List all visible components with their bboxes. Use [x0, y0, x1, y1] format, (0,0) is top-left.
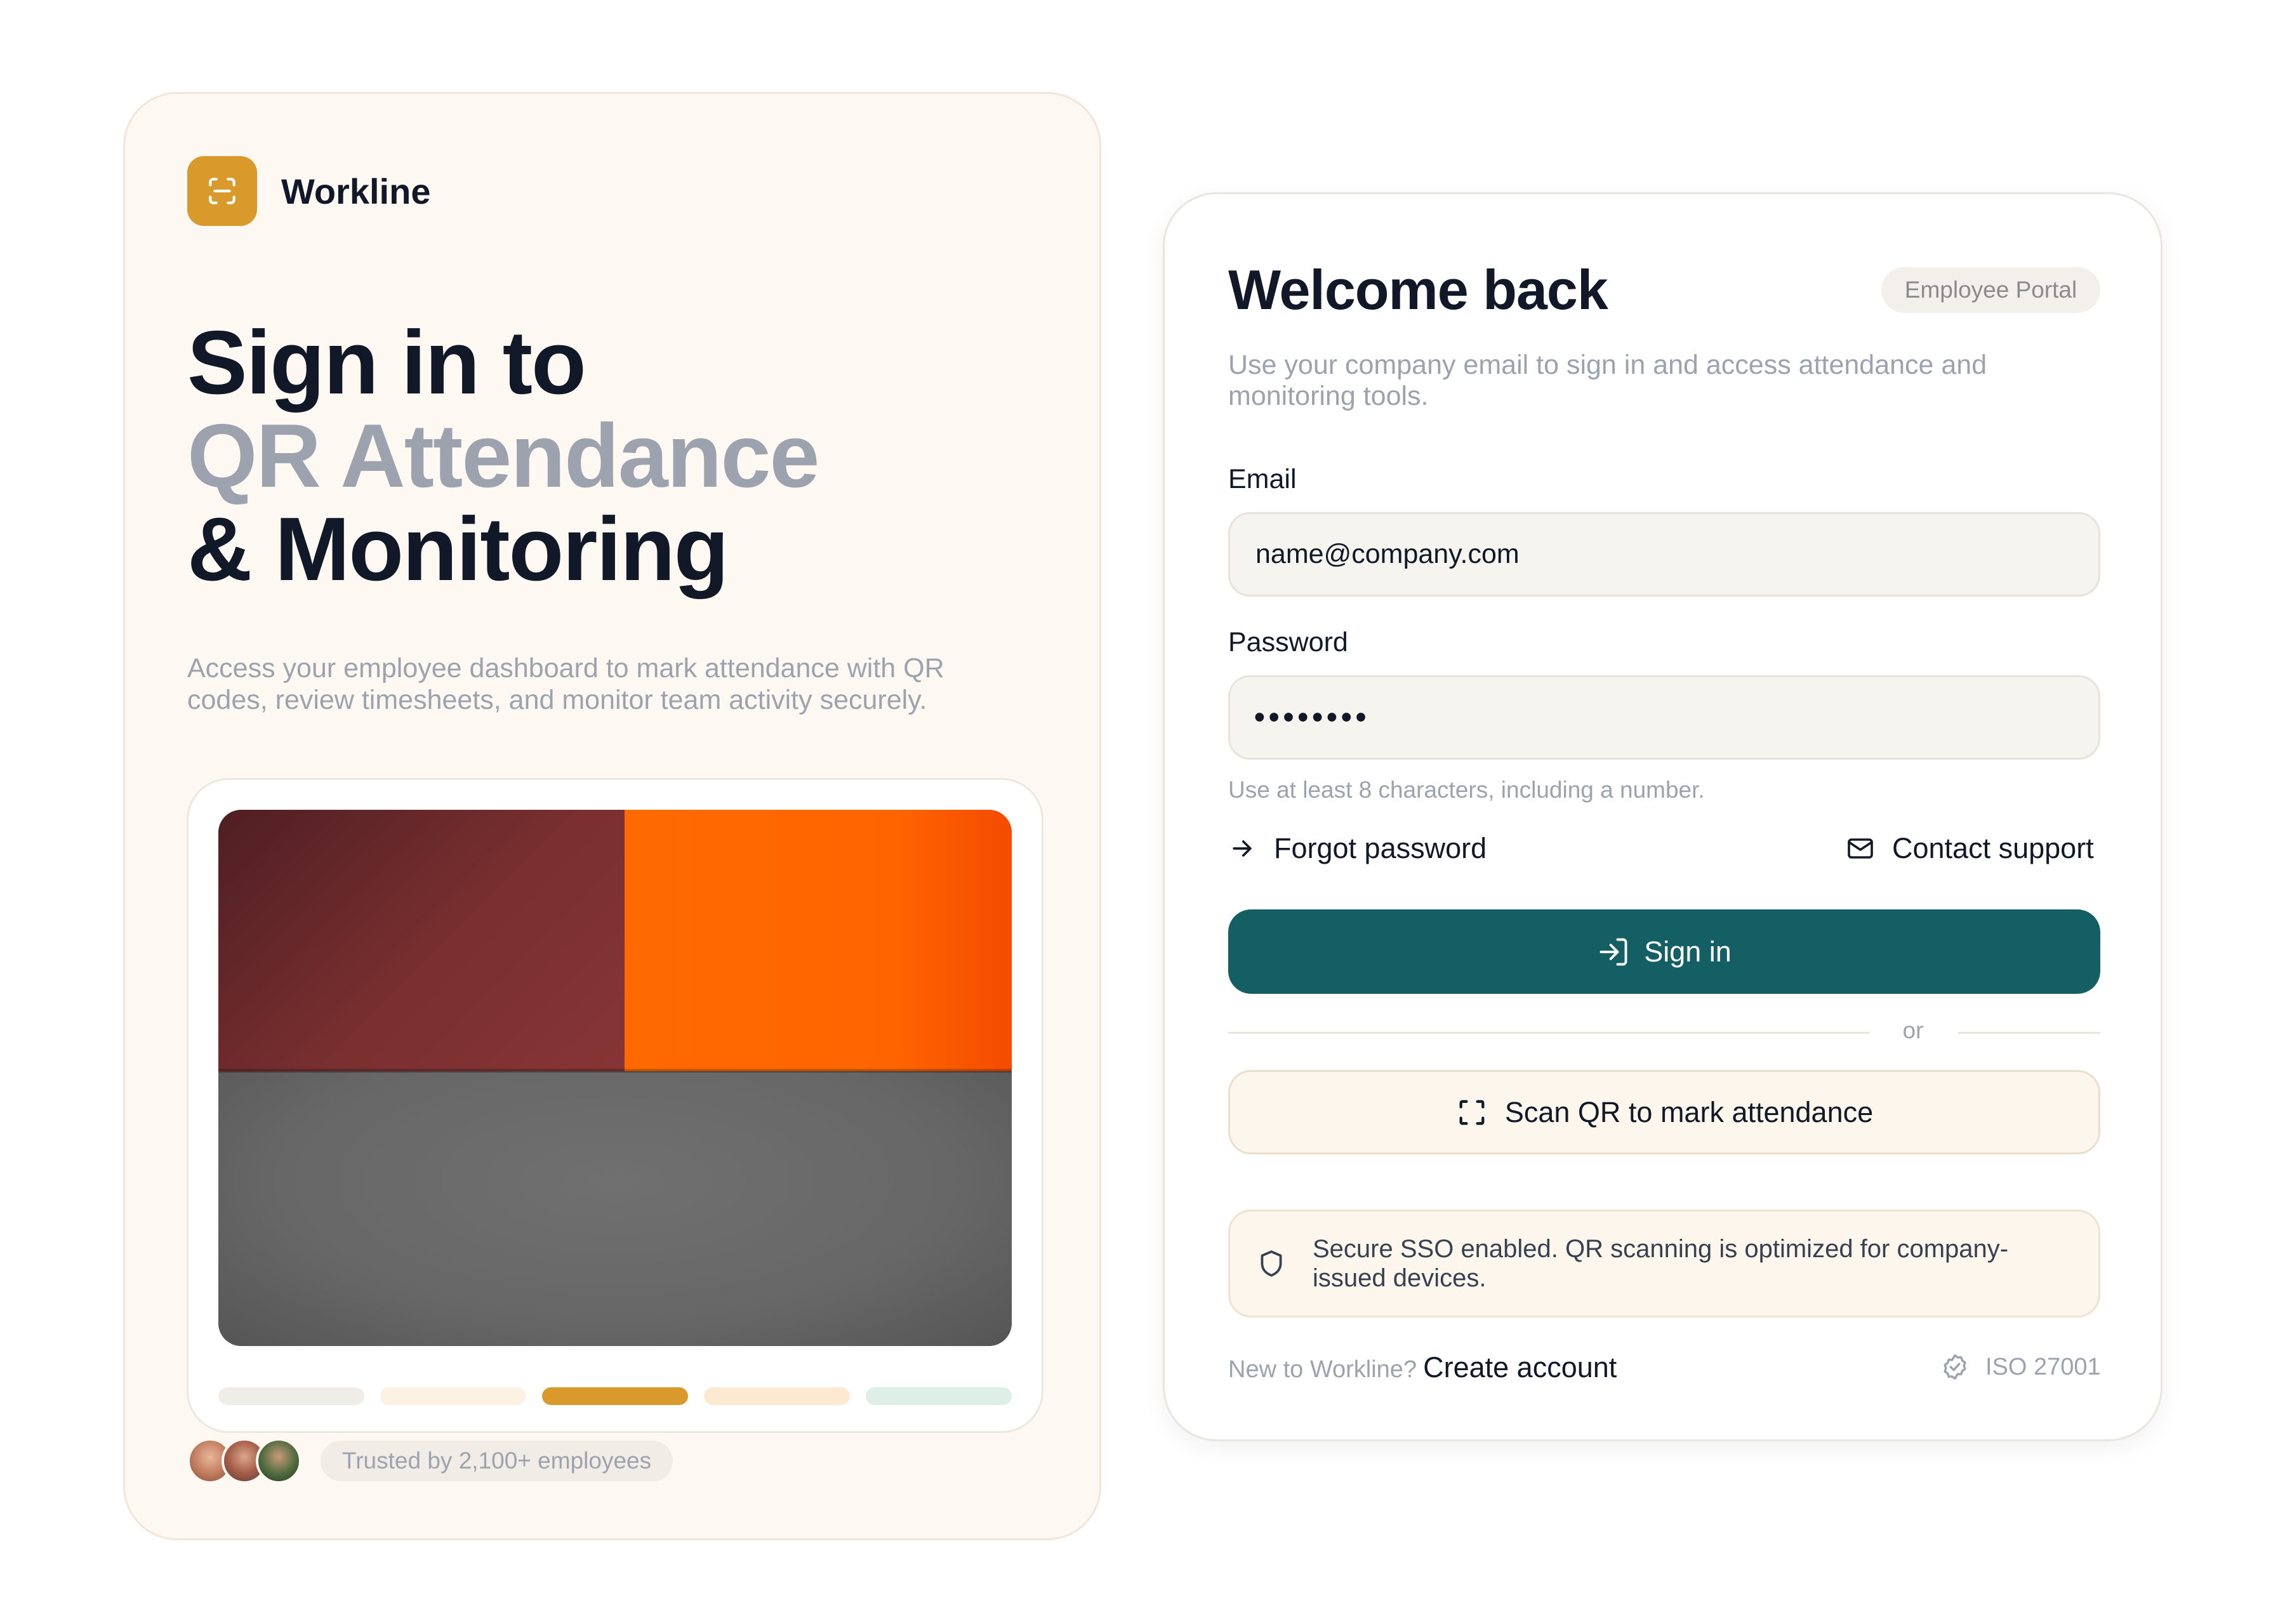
brand-name: Workline — [281, 171, 431, 211]
login-subtitle: Use your company email to sign in and ac… — [1228, 350, 1987, 411]
carousel-segment[interactable] — [866, 1387, 1012, 1405]
avatar-stack — [187, 1438, 301, 1484]
email-field-wrapper — [1228, 512, 2100, 597]
image-seam — [218, 1069, 1012, 1073]
forgot-password-link[interactable]: Forgot password — [1228, 832, 1487, 865]
divider-right — [1958, 1032, 2100, 1034]
email-label: Email — [1228, 464, 1297, 494]
contact-support-link[interactable]: Contact support — [1845, 832, 2094, 865]
email-field[interactable] — [1254, 538, 2098, 571]
iso-label: ISO 27001 — [1985, 1353, 2101, 1380]
password-label: Password — [1228, 627, 1348, 657]
scan-qr-button[interactable]: Scan QR to mark attendance — [1228, 1070, 2100, 1154]
hero-description: Access your employee dashboard to mark a… — [187, 653, 944, 715]
log-in-icon — [1600, 938, 1627, 965]
signup-row: New to Workline? Create account — [1228, 1351, 1617, 1384]
iso-badge: ISO 27001 — [1940, 1352, 2101, 1382]
badge-check-icon — [1944, 1354, 1966, 1380]
create-account-link[interactable]: Create account — [1423, 1351, 1617, 1384]
divider-left — [1228, 1032, 1869, 1034]
signup-prompt: New to Workline? — [1228, 1356, 1417, 1383]
avatar — [256, 1438, 301, 1484]
preview-card — [187, 778, 1043, 1433]
preview-image — [218, 810, 1012, 1346]
carousel-indicator — [218, 1387, 1012, 1405]
trust-badge: Trusted by 2,100+ employees — [321, 1441, 673, 1481]
carousel-segment[interactable] — [380, 1387, 526, 1405]
sign-in-label: Sign in — [1644, 935, 1732, 968]
mail-icon — [1848, 838, 1873, 859]
hero-line-3: & Monitoring — [187, 499, 729, 600]
sso-notice: Secure SSO enabled. QR scanning is optim… — [1228, 1210, 2100, 1317]
portal-badge: Employee Portal — [1881, 267, 2100, 313]
hero-line-2: QR Attendance — [187, 406, 819, 506]
sso-notice-text: Secure SSO enabled. QR scanning is optim… — [1313, 1235, 2009, 1292]
arrow-right-icon — [1233, 840, 1252, 857]
divider-or: or — [1902, 1017, 1924, 1043]
welcome-title: Welcome back — [1228, 258, 1608, 321]
contact-support-label: Contact support — [1892, 832, 2094, 864]
trust-row: Trusted by 2,100+ employees — [187, 1438, 673, 1484]
password-hint: Use at least 8 characters, including a n… — [1228, 777, 1705, 803]
hero-heading: Sign in to QR Attendance & Monitoring — [187, 312, 819, 600]
brand-logo — [187, 156, 257, 226]
login-card: Welcome back Employee Portal Use your co… — [1163, 192, 2162, 1441]
password-field[interactable]: •••••••• — [1228, 675, 2100, 760]
sign-in-button[interactable]: Sign in — [1228, 909, 2100, 994]
carousel-segment[interactable] — [704, 1387, 850, 1405]
brand: Workline — [187, 156, 430, 226]
hero-line-1: Sign in to — [187, 312, 586, 413]
password-value: •••••••• — [1254, 701, 1370, 734]
scan-qr-label: Scan QR to mark attendance — [1504, 1095, 1874, 1128]
carousel-segment[interactable] — [218, 1387, 364, 1405]
forgot-password-label: Forgot password — [1274, 832, 1487, 864]
image-orange-block — [625, 810, 1012, 1073]
scan-frame-icon — [1459, 1100, 1485, 1125]
image-gray-block — [218, 1071, 1012, 1346]
marketing-panel: Workline Sign in to QR Attendance & Moni… — [123, 92, 1101, 1540]
shield-icon — [1261, 1250, 1282, 1277]
scan-icon — [209, 178, 235, 204]
image-maroon-block — [218, 810, 628, 1073]
carousel-segment-active[interactable] — [542, 1387, 688, 1405]
